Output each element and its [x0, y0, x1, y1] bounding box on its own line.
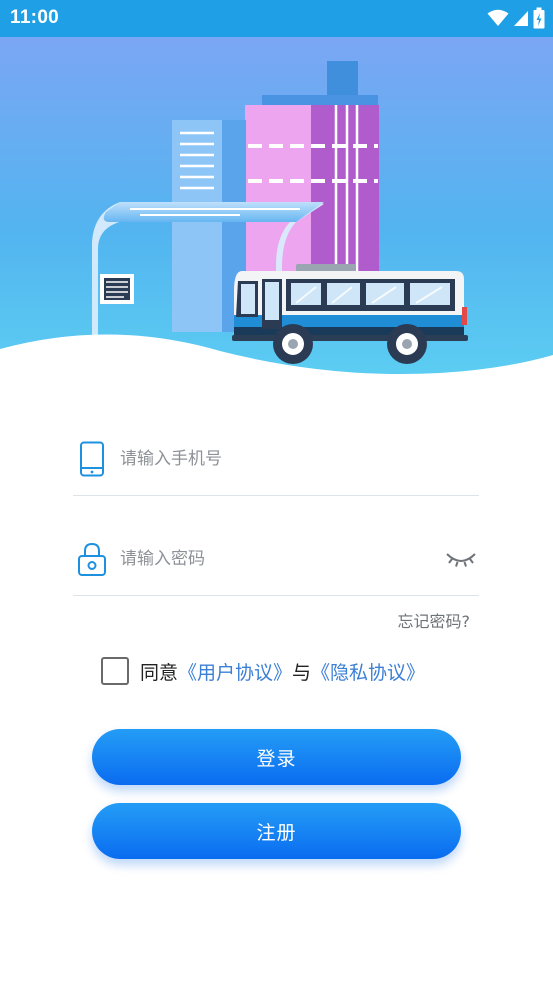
password-field	[73, 536, 479, 596]
agreement-row: 同意 《用户协议》 与 《隐私协议》	[101, 656, 425, 686]
city-bus-stop-illustration	[0, 37, 553, 387]
eye-closed-icon[interactable]	[445, 546, 477, 570]
phone-field	[73, 436, 479, 496]
user-agreement-link[interactable]: 《用户协议》	[178, 658, 292, 685]
hero-illustration	[0, 37, 553, 387]
wifi-icon	[487, 9, 509, 26]
forgot-password-link[interactable]: 忘记密码?	[398, 608, 471, 632]
login-button[interactable]: 登录	[92, 729, 461, 785]
status-time: 11:00	[10, 7, 60, 28]
privacy-agreement-link[interactable]: 《隐私协议》	[311, 658, 425, 685]
agreement-checkbox[interactable]	[101, 657, 129, 685]
phone-input[interactable]	[120, 444, 420, 474]
password-input[interactable]	[120, 544, 420, 574]
agreement-prefix: 同意	[140, 661, 179, 684]
lock-icon	[78, 542, 106, 576]
register-button[interactable]: 注册	[92, 803, 461, 859]
agreement-connector: 与	[292, 661, 312, 684]
status-bar: 11:00	[0, 0, 553, 37]
signal-icon	[514, 11, 528, 26]
phone-icon	[80, 441, 104, 477]
status-icons	[487, 7, 545, 29]
battery-icon	[533, 7, 545, 29]
